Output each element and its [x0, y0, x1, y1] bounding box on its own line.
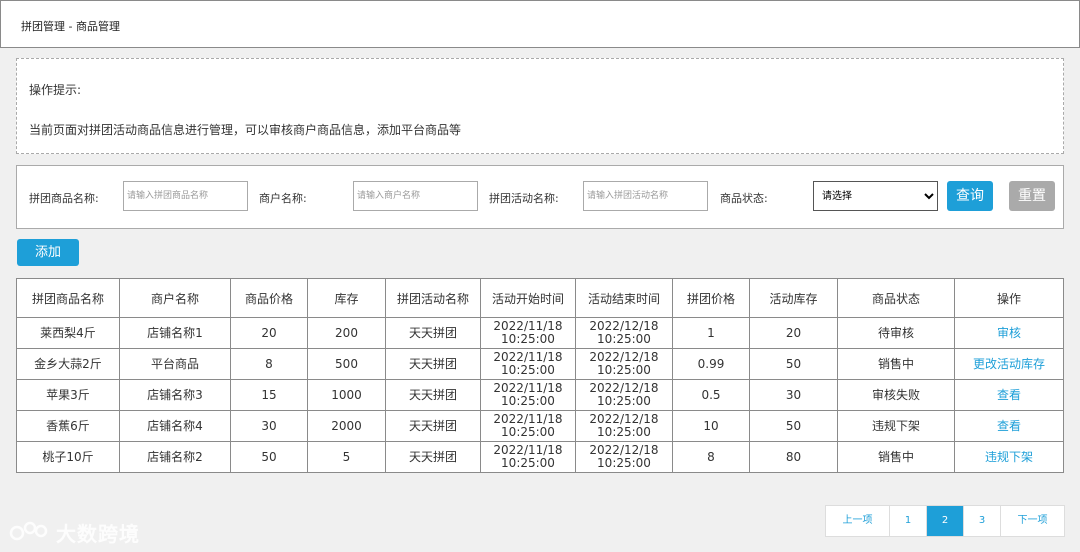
cell-group-price: 8 [672, 441, 750, 473]
search-panel: 拼团商品名称: 商户名称: 拼团活动名称: 商品状态: 请选择 查询 重置 [16, 165, 1064, 229]
column-header: 商户名称 [119, 278, 231, 318]
product-name-input[interactable] [123, 181, 248, 211]
cell-name: 苹果3斤 [16, 379, 120, 411]
cell-group-price: 1 [672, 317, 750, 349]
column-header: 活动结束时间 [575, 278, 673, 318]
column-header: 商品状态 [837, 278, 955, 318]
cell-price: 8 [230, 348, 308, 380]
table-row: 莱西梨4斤 店铺名称1 20 200 天天拼团 2022/11/18 10:25… [16, 317, 1064, 349]
cell-price: 50 [230, 441, 308, 473]
cell-merchant: 店铺名称1 [119, 317, 231, 349]
cell-stock: 500 [307, 348, 386, 380]
activity-name-input[interactable] [583, 181, 708, 211]
cell-merchant: 店铺名称3 [119, 379, 231, 411]
cell-activity: 天天拼团 [385, 379, 481, 411]
cell-status: 审核失败 [837, 379, 955, 411]
cell-end-time: 2022/12/18 10:25:00 [575, 410, 673, 442]
action-link-view[interactable]: 查看 [954, 379, 1064, 411]
cell-merchant: 店铺名称4 [119, 410, 231, 442]
cell-price: 30 [230, 410, 308, 442]
cell-status: 销售中 [837, 441, 955, 473]
cell-name: 莱西梨4斤 [16, 317, 120, 349]
cell-end-time: 2022/12/18 10:25:00 [575, 348, 673, 380]
cell-start-time: 2022/11/18 10:25:00 [480, 379, 576, 411]
add-button[interactable]: 添加 [17, 239, 79, 266]
cell-activity-stock: 50 [749, 348, 838, 380]
cell-start-time: 2022/11/18 10:25:00 [480, 348, 576, 380]
cell-merchant: 店铺名称2 [119, 441, 231, 473]
cell-start-time: 2022/11/18 10:25:00 [480, 317, 576, 349]
action-link-takedown[interactable]: 违规下架 [954, 441, 1064, 473]
cell-start-time: 2022/11/18 10:25:00 [480, 441, 576, 473]
product-table: 拼团商品名称 商户名称 商品价格 库存 拼团活动名称 活动开始时间 活动结束时间… [16, 278, 1064, 473]
header-bar: 拼团管理 - 商品管理 [0, 0, 1080, 48]
merchant-name-input[interactable] [353, 181, 478, 211]
status-select[interactable]: 请选择 [813, 181, 938, 211]
tips-panel: 操作提示: 当前页面对拼团活动商品信息进行管理，可以审核商户商品信息，添加平台商… [16, 58, 1064, 154]
cell-activity: 天天拼团 [385, 317, 481, 349]
cell-name: 金乡大蒜2斤 [16, 348, 120, 380]
cell-group-price: 0.5 [672, 379, 750, 411]
cell-status: 销售中 [837, 348, 955, 380]
watermark-text: 大数跨境 [56, 522, 140, 546]
action-link-view[interactable]: 查看 [954, 410, 1064, 442]
query-button[interactable]: 查询 [947, 181, 993, 211]
pagination: 上一项 1 2 3 下一项 [825, 505, 1065, 537]
cell-activity-stock: 30 [749, 379, 838, 411]
page-button-3[interactable]: 3 [963, 506, 1000, 536]
column-header: 活动库存 [749, 278, 838, 318]
action-link-review[interactable]: 审核 [954, 317, 1064, 349]
cell-activity: 天天拼团 [385, 348, 481, 380]
tips-title: 操作提示: [29, 83, 82, 97]
table-header-row: 拼团商品名称 商户名称 商品价格 库存 拼团活动名称 活动开始时间 活动结束时间… [16, 278, 1064, 318]
watermark: 大数跨境 [8, 518, 140, 547]
column-header: 拼团商品名称 [16, 278, 120, 318]
cell-stock: 2000 [307, 410, 386, 442]
column-header: 操作 [954, 278, 1064, 318]
breadcrumb: 拼团管理 - 商品管理 [21, 20, 120, 33]
status-label: 商品状态: [720, 192, 768, 205]
cell-start-time: 2022/11/18 10:25:00 [480, 410, 576, 442]
activity-name-label: 拼团活动名称: [489, 192, 559, 205]
cell-end-time: 2022/12/18 10:25:00 [575, 379, 673, 411]
prev-page-button[interactable]: 上一项 [826, 506, 889, 536]
cell-stock: 5 [307, 441, 386, 473]
cell-group-price: 0.99 [672, 348, 750, 380]
table-row: 苹果3斤 店铺名称3 15 1000 天天拼团 2022/11/18 10:25… [16, 379, 1064, 411]
watermark-logo-icon [9, 521, 48, 540]
merchant-name-label: 商户名称: [259, 192, 307, 205]
column-header: 商品价格 [230, 278, 308, 318]
cell-price: 15 [230, 379, 308, 411]
cell-name: 香蕉6斤 [16, 410, 120, 442]
action-link-change-stock[interactable]: 更改活动库存 [954, 348, 1064, 380]
cell-name: 桃子10斤 [16, 441, 120, 473]
cell-end-time: 2022/12/18 10:25:00 [575, 441, 673, 473]
product-name-label: 拼团商品名称: [29, 192, 99, 205]
cell-activity-stock: 80 [749, 441, 838, 473]
cell-activity-stock: 50 [749, 410, 838, 442]
column-header: 库存 [307, 278, 386, 318]
cell-status: 待审核 [837, 317, 955, 349]
table-row: 金乡大蒜2斤 平台商品 8 500 天天拼团 2022/11/18 10:25:… [16, 348, 1064, 380]
page-button-2-current[interactable]: 2 [926, 506, 963, 536]
cell-price: 20 [230, 317, 308, 349]
tips-text: 当前页面对拼团活动商品信息进行管理，可以审核商户商品信息，添加平台商品等 [29, 123, 462, 137]
cell-group-price: 10 [672, 410, 750, 442]
column-header: 拼团价格 [672, 278, 750, 318]
cell-stock: 1000 [307, 379, 386, 411]
next-page-button[interactable]: 下一项 [1000, 506, 1064, 536]
cell-stock: 200 [307, 317, 386, 349]
cell-status: 违规下架 [837, 410, 955, 442]
table-row: 桃子10斤 店铺名称2 50 5 天天拼团 2022/11/18 10:25:0… [16, 441, 1064, 473]
page-button-1[interactable]: 1 [889, 506, 926, 536]
column-header: 拼团活动名称 [385, 278, 481, 318]
cell-activity: 天天拼团 [385, 410, 481, 442]
column-header: 活动开始时间 [480, 278, 576, 318]
reset-button[interactable]: 重置 [1009, 181, 1055, 211]
cell-end-time: 2022/12/18 10:25:00 [575, 317, 673, 349]
table-row: 香蕉6斤 店铺名称4 30 2000 天天拼团 2022/11/18 10:25… [16, 410, 1064, 442]
cell-merchant: 平台商品 [119, 348, 231, 380]
cell-activity: 天天拼团 [385, 441, 481, 473]
cell-activity-stock: 20 [749, 317, 838, 349]
